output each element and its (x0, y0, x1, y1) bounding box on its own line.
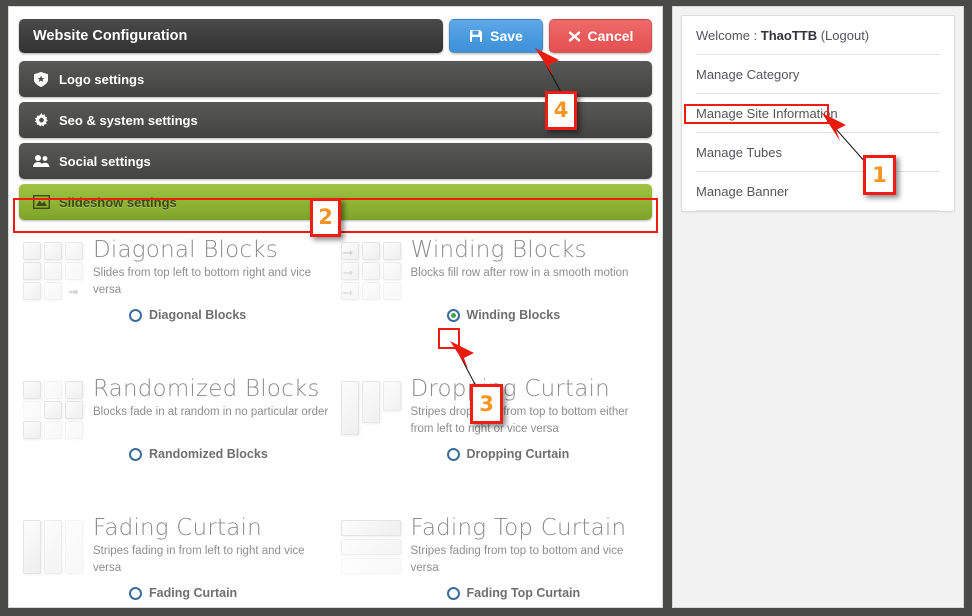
section-label: Slideshow settings (59, 194, 177, 210)
radio-fading-top-curtain[interactable] (446, 586, 460, 600)
right-arrow-icon: ➞ (342, 285, 354, 300)
right-arrow-icon: ➞ (342, 265, 354, 280)
sidebar-item-manage-tubes[interactable]: Manage Tubes (696, 133, 940, 172)
sidebar-item-label: Manage Tubes (696, 145, 783, 160)
shield-icon (31, 71, 51, 87)
option-title: Randomized Blocks (93, 376, 320, 402)
cancel-button-label: Cancel (587, 28, 634, 44)
option-description: Stripes fading from top to bottom and vi… (410, 545, 624, 574)
welcome-username: ThaoTTB (760, 28, 818, 43)
radio-winding-blocks[interactable] (446, 308, 460, 322)
option-fading-top-curtain: Fading Top Curtain Stripes fading from t… (340, 515, 649, 607)
welcome-prefix: Welcome : (696, 28, 761, 43)
gear-icon (31, 112, 51, 128)
section-label: Logo settings (59, 71, 145, 87)
radio-diagonal-blocks[interactable] (129, 308, 142, 322)
sidebar-item-label: Manage Banner (696, 184, 789, 199)
option-title: Fading Curtain (93, 515, 262, 541)
sidebar-item-manage-banner[interactable]: Manage Banner (696, 172, 940, 211)
annotation-badge-2: 2 (310, 198, 341, 237)
badge-number: 1 (872, 162, 887, 187)
sidebar-item-manage-site-information[interactable]: Manage Site Information (696, 94, 940, 133)
sidebar-item-label: Manage Category (696, 67, 800, 82)
thumbnail-dropping-curtain (340, 381, 403, 439)
section-social-settings[interactable]: Social settings (19, 143, 652, 179)
option-description: Slides from top left to bottom right and… (93, 267, 311, 296)
radio-label: Randomized Blocks (149, 447, 268, 461)
option-description: Blocks fade in at random in no particula… (93, 406, 329, 419)
settings-section-list: Logo settings Seo & system settings Soci… (9, 61, 662, 220)
option-description: Stripes droping in from top to bottom ei… (410, 406, 629, 435)
thumbnail-fading-curtain (23, 520, 85, 578)
section-label: Social settings (59, 153, 151, 169)
logout-link[interactable]: (Logout) (817, 28, 869, 43)
option-fading-curtain: Fading Curtain Stripes fading in from le… (23, 515, 331, 607)
sidebar-item-label: Manage Site Information (696, 106, 838, 121)
save-button[interactable]: Save (449, 19, 543, 53)
diagonal-arrow-icon: ➟ (68, 284, 79, 299)
option-description: Blocks fill row after row in a smooth mo… (410, 267, 629, 280)
users-icon (31, 154, 51, 168)
radio-label: Winding Blocks (466, 308, 561, 322)
option-description: Stripes fading in from left to right and… (93, 545, 305, 574)
badge-number: 3 (479, 391, 494, 416)
radio-label: Fading Top Curtain (466, 586, 581, 600)
thumbnail-randomized-blocks (23, 381, 85, 439)
option-title: Dropping Curtain (410, 376, 610, 402)
badge-number: 4 (553, 98, 569, 122)
radio-label: Fading Curtain (149, 586, 238, 600)
option-randomized-blocks: Randomized Blocks Blocks fade in at rand… (23, 377, 331, 510)
radio-label: Dropping Curtain (466, 447, 570, 461)
option-title: Fading Top Curtain (410, 515, 627, 541)
page-title: Website Configuration (19, 19, 443, 53)
cancel-button[interactable]: Cancel (549, 19, 652, 53)
section-label: Seo & system settings (59, 112, 198, 128)
annotation-badge-4: 4 (545, 91, 577, 130)
admin-sidebar-panel: Welcome : ThaoTTB (Logout) Manage Catego… (672, 6, 964, 608)
x-mark-icon (568, 30, 581, 43)
radio-dropping-curtain[interactable] (446, 447, 460, 461)
annotation-badge-1: 1 (863, 155, 896, 195)
radio-fading-curtain[interactable] (129, 586, 142, 600)
sidebar-menu-card: Welcome : ThaoTTB (Logout) Manage Catego… (681, 15, 955, 212)
option-winding-blocks: ➞ ➞ ➞ Winding Blocks Blocks fill row aft… (340, 237, 649, 371)
app-screenshot: Website Configuration Save Cancel Logo s… (0, 0, 972, 616)
annotation-badge-3: 3 (470, 384, 503, 424)
toolbar: Website Configuration Save Cancel (9, 7, 662, 53)
welcome-row: Welcome : ThaoTTB (Logout) (696, 16, 940, 55)
radio-randomized-blocks[interactable] (129, 447, 142, 461)
thumbnail-fading-top-curtain (340, 520, 403, 578)
save-button-label: Save (490, 28, 523, 44)
image-icon (31, 195, 51, 209)
badge-number: 2 (318, 205, 333, 229)
thumbnail-winding-blocks: ➞ ➞ ➞ (340, 242, 403, 300)
page-title-label: Website Configuration (33, 28, 188, 44)
sidebar-item-manage-category[interactable]: Manage Category (696, 55, 940, 94)
radio-label: Diagonal Blocks (149, 308, 247, 322)
option-title: Diagonal Blocks (93, 237, 278, 263)
right-arrow-icon: ➞ (342, 245, 354, 260)
slideshow-options-grid: ➟ Diagonal Blocks Slides from top left t… (9, 237, 662, 607)
option-title: Winding Blocks (410, 237, 587, 263)
floppy-disk-icon (469, 29, 483, 43)
option-diagonal-blocks: ➟ Diagonal Blocks Slides from top left t… (23, 238, 331, 371)
thumbnail-diagonal-blocks: ➟ (23, 242, 85, 300)
